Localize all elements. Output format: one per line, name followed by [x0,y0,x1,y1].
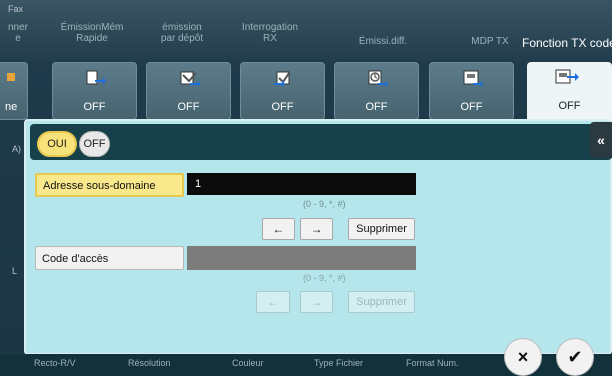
password-tx-icon [461,69,483,89]
func-button-emission-differee[interactable]: OFF [334,62,419,120]
tab-interrogation-rx[interactable]: Interrogation RX [235,22,305,44]
func-button-fonction-tx-code-f-state: OFF [558,100,581,112]
f-code-tx-icon [555,68,579,88]
access-code-hint: (0 - 9, *, #) [303,273,346,283]
subaddress-hint: (0 - 9, *, #) [303,199,346,209]
func-button-mdp-tx-state: OFF [460,101,483,113]
fax-label: Fax [8,4,24,14]
func-button-emission-par-depot[interactable]: OFF [146,62,231,120]
tab-fonction-tx-code-f-label: Fonction TX code F [522,36,612,50]
polling-tx-icon [178,69,200,89]
func-button-fonction-tx-code-f[interactable]: OFF [527,62,612,122]
func-button-mdp-tx[interactable]: OFF [429,62,514,120]
polling-rx-icon [272,69,294,89]
subaddress-left-arrow-button[interactable]: ← [262,218,295,240]
func-button-interrogation-rx[interactable]: OFF [240,62,325,120]
func-button-emission-mem-rapide[interactable]: OFF [52,62,137,120]
timer-tx-icon [366,69,388,89]
func-button-emission-mem-rapide-state: OFF [83,101,106,113]
left-side-panel: A) L [0,62,26,332]
cancel-button[interactable]: × [504,338,542,376]
access-code-delete-button: Supprimer [348,291,415,313]
bottom-item-resolution[interactable]: Résolution [128,358,171,368]
subaddress-input[interactable]: 1 [187,173,416,195]
subaddress-delete-button[interactable]: Supprimer [348,218,415,240]
tab-fonction-tx-code-f[interactable]: Fonction TX code F [522,36,612,50]
bottom-item-format-num[interactable]: Format Num. [406,358,459,368]
tab-partial-label: nner e [8,22,29,44]
toggle-oui[interactable]: OUI [37,131,77,157]
tab-emission-par-depot-label: émission par dépôt [160,22,204,44]
tab-mdp-tx-label: MDP TX [471,36,509,47]
ok-button[interactable]: ✔ [556,338,594,376]
access-code-button[interactable]: Code d'accès [35,246,184,270]
left-side-label-a: A) [12,144,21,154]
tab-interrogation-rx-label: Interrogation RX [241,22,299,44]
tab-mdp-tx[interactable]: MDP TX [455,36,525,47]
collapse-left-icon: « [597,132,605,148]
tab-emission-par-depot[interactable]: émission par dépôt [147,22,217,44]
check-icon: ✔ [567,347,583,367]
top-header: Fax nner e ÉmissionMém Rapide émission p… [0,0,612,62]
subaddress-right-arrow-button[interactable]: → [300,218,333,240]
left-side-label-l: L [12,266,18,276]
func-button-emission-par-depot-state: OFF [177,101,200,113]
tab-emission-differee[interactable]: Émissi.diff. [348,36,418,47]
bottom-item-recto-verso[interactable]: Recto-R/V [34,358,76,368]
bottom-item-type-fichier[interactable]: Type Fichier [314,358,363,368]
access-code-input [187,246,416,270]
tab-emission-differee-label: Émissi.diff. [358,36,408,47]
access-code-right-arrow-button: → [300,291,333,313]
collapse-panel-button[interactable]: « [590,122,612,158]
subaddress-button[interactable]: Adresse sous-domaine [35,173,184,197]
quick-memory-tx-icon [84,69,106,89]
tab-emission-mem-rapide[interactable]: ÉmissionMém Rapide [57,22,127,44]
tab-partial[interactable]: nner e [8,22,28,44]
func-button-emission-differee-state: OFF [365,101,388,113]
bottom-item-couleur[interactable]: Couleur [232,358,264,368]
tab-emission-mem-rapide-label: ÉmissionMém Rapide [60,22,124,44]
panel-topbar [30,124,612,160]
close-icon: × [517,347,529,367]
toggle-off[interactable]: OFF [79,131,110,157]
func-button-interrogation-rx-state: OFF [271,101,294,113]
access-code-left-arrow-button: ← [256,291,290,313]
